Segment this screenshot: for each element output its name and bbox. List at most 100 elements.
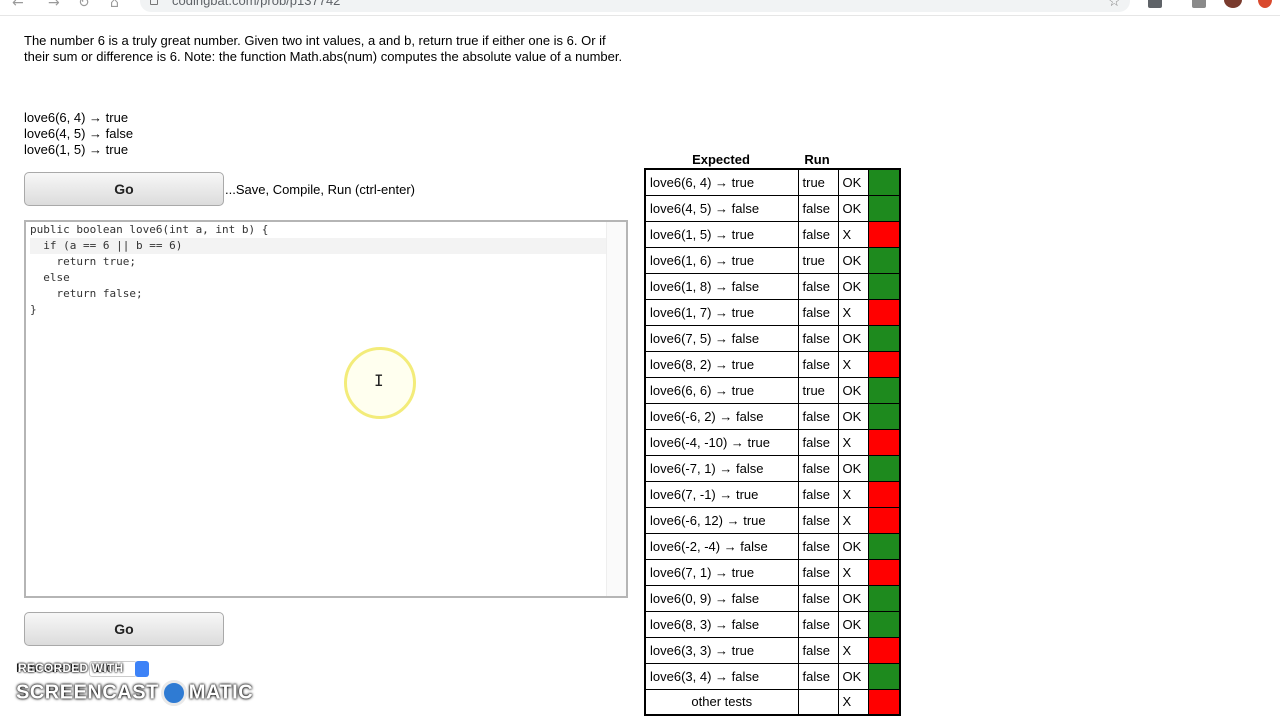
result-row: love6(-6, 2) → false false OK [644,402,901,430]
status-cell: X [837,350,869,378]
status-cell: OK [837,246,869,274]
expected-cell: love6(1, 6) → true [644,246,799,274]
run-cell: false [797,220,839,248]
pass-indicator [867,402,901,430]
status-cell: OK [837,662,869,690]
status-cell: X [837,506,869,534]
code-editor[interactable]: public boolean love6(int a, int b) { if … [24,220,628,598]
result-row: love6(-6, 12) → true false X [644,506,901,534]
run-cell: false [797,428,839,456]
example-line: love6(6, 4) → true [24,110,129,125]
fail-indicator [867,506,901,534]
run-cell: true [797,376,839,404]
pass-indicator [867,168,901,196]
results-header: Expected Run [645,152,905,168]
fail-indicator [867,298,901,326]
fail-indicator [867,350,901,378]
expected-cell: love6(6, 6) → true [644,376,799,404]
profile-avatar[interactable] [1224,0,1242,8]
run-cell: false [797,610,839,638]
example-line: love6(4, 5) → false [24,126,134,141]
select-arrows-icon[interactable] [135,661,150,677]
pass-indicator [867,532,901,560]
url-text[interactable]: codingbat.com/prob/p137742 [172,0,340,8]
expected-cell: love6(-6, 12) → true [644,506,799,534]
status-cell: X [837,220,869,248]
reload-icon[interactable]: ↻ [78,0,90,10]
run-cell: false [797,402,839,430]
watermark-text-left: SCREENCAST [16,681,159,704]
go-button[interactable]: Go [24,172,224,206]
run-cell: false [797,324,839,352]
result-row: love6(7, -1) → true false X [644,480,901,508]
expected-cell: love6(-2, -4) → false [644,532,799,560]
code-line[interactable]: else [30,270,610,286]
pass-indicator [867,324,901,352]
run-cell: false [797,194,839,222]
expected-cell: love6(1, 7) → true [644,298,799,326]
status-cell: OK [837,194,869,222]
pass-indicator [867,584,901,612]
expected-cell: love6(3, 4) → false [644,662,799,690]
run-cell: false [797,636,839,664]
go-button-bottom[interactable]: Go [24,612,224,646]
bookmark-star-icon[interactable]: ☆ [1108,0,1121,10]
pass-indicator [867,454,901,482]
expected-cell: love6(7, -1) → true [644,480,799,508]
expected-cell: love6(6, 4) → true [644,168,799,196]
go-hint-text: ...Save, Compile, Run (ctrl-enter) [225,182,416,197]
run-cell: false [797,584,839,612]
forward-arrow-icon[interactable]: → [48,0,60,10]
cast-icon[interactable] [1192,0,1206,8]
result-row: love6(3, 3) → true false X [644,636,901,664]
watermark-text-right: MATIC [188,681,254,704]
text-cursor-icon: I [374,371,384,390]
status-cell: X [837,480,869,508]
fail-indicator [867,636,901,664]
status-cell: X [837,688,869,716]
run-cell: false [797,454,839,482]
pass-indicator [867,272,901,300]
result-row: love6(4, 5) → false false OK [644,194,901,222]
status-cell: OK [837,584,869,612]
status-cell: OK [837,168,869,196]
editor-scrollbar[interactable] [606,222,626,596]
run-cell: true [797,168,839,196]
browser-menu-icon[interactable] [1258,0,1272,8]
expected-cell: love6(1, 5) → true [644,220,799,248]
result-row: love6(6, 6) → true true OK [644,376,901,404]
code-line[interactable]: return false; [30,286,610,302]
fail-indicator [867,480,901,508]
pass-indicator [867,662,901,690]
run-header: Run [804,152,830,167]
run-cell: false [797,350,839,378]
code-line[interactable]: } [30,302,610,318]
back-arrow-icon[interactable]: ← [12,0,24,10]
status-cell: OK [837,376,869,404]
fail-indicator [867,220,901,248]
fail-indicator [867,688,901,716]
fail-indicator [867,558,901,586]
result-row: love6(-4, -10) → true false X [644,428,901,456]
code-line[interactable]: public boolean love6(int a, int b) { [30,222,610,238]
pass-indicator [867,194,901,222]
browser-toolbar: ← → ↻ ⌂ codingbat.com/prob/p137742 ☆ [0,0,1280,16]
code-line[interactable]: return true; [30,254,610,270]
run-cell: true [797,246,839,274]
code-text[interactable]: public boolean love6(int a, int b) { if … [30,222,610,318]
code-line-active[interactable]: if (a == 6 || b == 6) [30,238,610,254]
extension-icon[interactable] [1148,0,1162,8]
home-icon[interactable]: ⌂ [110,0,119,10]
result-row: love6(1, 8) → false false OK [644,272,901,300]
status-cell: OK [837,272,869,300]
results-table: love6(6, 4) → true true OK love6(4, 5) → fa… [644,168,901,716]
run-cell: false [797,298,839,326]
result-row: love6(8, 3) → false false OK [644,610,901,638]
result-row: love6(6, 4) → true true OK [644,168,901,196]
result-row: love6(1, 7) → true false X [644,298,901,326]
problem-examples: love6(6, 4) → true love6(4, 5) → false l… [24,110,133,158]
result-row: love6(1, 5) → true false X [644,220,901,248]
expected-cell: love6(8, 3) → false [644,610,799,638]
result-row: love6(1, 6) → true true OK [644,246,901,274]
run-cell: false [797,272,839,300]
